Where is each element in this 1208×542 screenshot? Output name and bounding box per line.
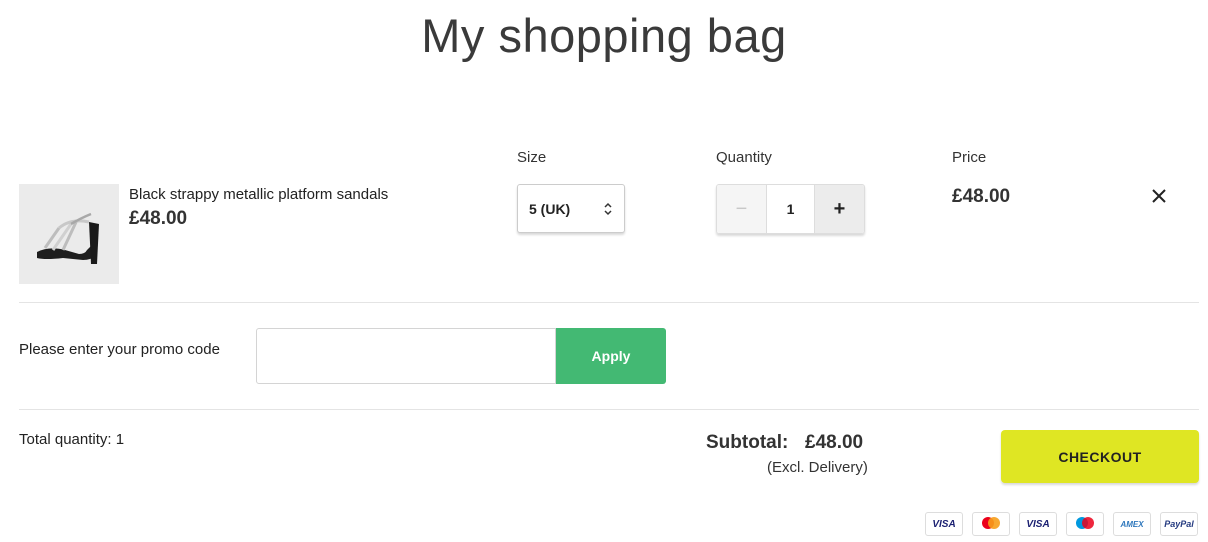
visa-debit-label: VISA xyxy=(1026,518,1050,530)
size-select-value: 5 (UK) xyxy=(529,200,571,217)
size-select[interactable]: 5 (UK) xyxy=(517,184,625,233)
maestro-circles-icon xyxy=(1076,517,1094,529)
maestro-icon xyxy=(1066,512,1104,536)
checkout-button[interactable]: CHECKOUT xyxy=(1001,430,1199,483)
sandal-icon xyxy=(19,184,119,284)
paypal-icon: PayPal xyxy=(1160,512,1198,536)
product-image[interactable] xyxy=(19,184,119,284)
quantity-column-header: Quantity xyxy=(716,149,772,166)
total-quantity: Total quantity: 1 xyxy=(19,431,125,448)
price-column-header: Price xyxy=(952,149,987,166)
visa-debit-icon: VISA xyxy=(1019,512,1057,536)
product-name[interactable]: Black strappy metallic platform sandals xyxy=(129,186,388,203)
quantity-value[interactable]: 1 xyxy=(766,185,815,233)
increase-quantity-button[interactable]: + xyxy=(815,185,864,233)
size-column-header: Size xyxy=(517,149,547,166)
line-item-price: £48.00 xyxy=(952,186,1011,207)
subtotal-value: £48.00 xyxy=(805,432,864,453)
quantity-stepper: − 1 + xyxy=(716,184,865,234)
page-title: My shopping bag xyxy=(421,9,787,62)
visa-icon: VISA xyxy=(925,512,963,536)
decrease-quantity-button[interactable]: − xyxy=(717,185,766,233)
delivery-note: (Excl. Delivery) xyxy=(767,459,868,476)
mastercard-circles-icon xyxy=(982,517,1000,529)
paypal-label: PayPal xyxy=(1164,519,1194,529)
promo-code-label: Please enter your promo code xyxy=(19,341,220,358)
apply-promo-button[interactable]: Apply xyxy=(556,328,666,384)
amex-label: AMEX xyxy=(1120,519,1144,529)
remove-item-close-icon[interactable] xyxy=(1151,188,1167,204)
subtotal-label: Subtotal: xyxy=(706,432,789,453)
divider xyxy=(19,409,1199,410)
product-unit-price: £48.00 xyxy=(129,208,188,229)
select-chevron-icon xyxy=(604,202,612,216)
promo-code-input[interactable] xyxy=(256,328,556,384)
mastercard-icon xyxy=(972,512,1010,536)
visa-label: VISA xyxy=(932,518,956,530)
amex-icon: AMEX xyxy=(1113,512,1151,536)
divider xyxy=(19,302,1199,303)
